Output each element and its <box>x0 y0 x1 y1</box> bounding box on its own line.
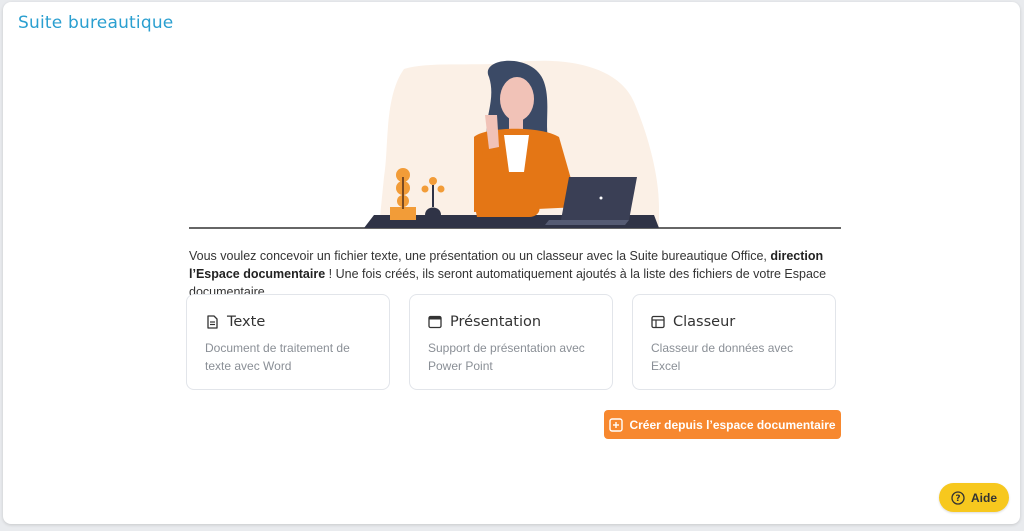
help-button[interactable]: ? Aide <box>939 483 1009 512</box>
svg-text:?: ? <box>955 494 960 504</box>
main-card: Suite bureautique Vous voulez concevoir … <box>3 2 1020 524</box>
create-from-documents-button[interactable]: Créer depuis l’espace documentaire <box>604 410 841 439</box>
tile-texte[interactable]: Texte Document de traitement de texte av… <box>186 294 390 390</box>
create-button-label: Créer depuis l’espace documentaire <box>629 417 836 432</box>
tile-header: Texte <box>205 314 265 330</box>
help-button-label: Aide <box>970 490 997 505</box>
tile-header: Présentation <box>428 314 541 330</box>
tile-description: Classeur de données avec Excel <box>651 341 794 373</box>
plus-square-icon <box>609 417 624 432</box>
spreadsheet-icon <box>651 315 665 329</box>
tile-classeur[interactable]: Classeur Classeur de données avec Excel <box>632 294 836 390</box>
intro-text: Vous voulez concevoir un fichier texte, … <box>189 247 841 301</box>
tile-title: Classeur <box>673 314 736 330</box>
woman-at-desk-illustration <box>189 60 841 229</box>
tile-description: Document de traitement de texte avec Wor… <box>205 341 350 373</box>
tile-description: Support de présentation avec Power Point <box>428 341 585 373</box>
tile-presentation[interactable]: Présentation Support de présentation ave… <box>409 294 613 390</box>
help-circle-icon: ? <box>951 490 965 505</box>
presentation-icon <box>428 315 442 329</box>
tile-header: Classeur <box>651 314 735 330</box>
tile-title: Texte <box>227 314 266 330</box>
tile-title: Présentation <box>450 314 542 330</box>
page-title: Suite bureautique <box>18 13 174 33</box>
intro-text-before: Vous voulez concevoir un fichier texte, … <box>189 249 771 263</box>
document-icon <box>207 315 218 329</box>
